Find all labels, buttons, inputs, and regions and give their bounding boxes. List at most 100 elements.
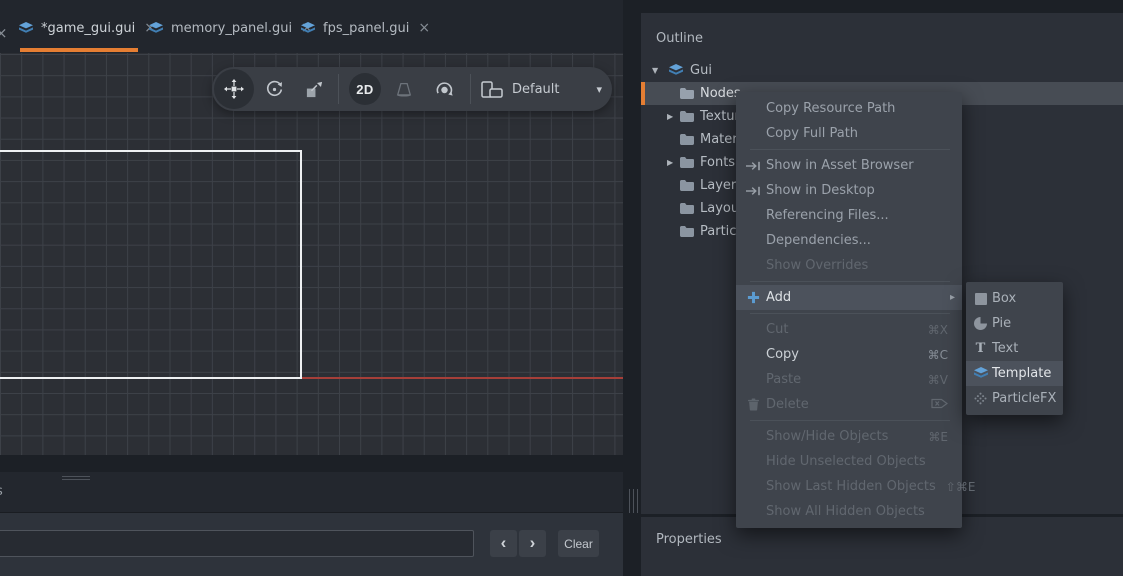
menu-item-referencing-files[interactable]: Referencing Files...	[736, 203, 962, 228]
move-tool-button[interactable]	[214, 69, 254, 109]
tab-game-gui[interactable]: *game_gui.gui ×	[18, 14, 156, 42]
tree-item-gui[interactable]: ▼ Gui	[641, 59, 1123, 82]
menu-item-label: Show in Asset Browser	[766, 158, 914, 173]
next-result-button[interactable]: ›	[519, 530, 546, 557]
menu-separator	[750, 313, 950, 314]
submenu-item-template[interactable]: Template	[966, 361, 1063, 386]
menu-item-copy-resource-path[interactable]: Copy Resource Path	[736, 96, 962, 121]
active-tab-indicator	[20, 48, 138, 52]
folder-icon	[680, 134, 694, 145]
submenu-item-label: Text	[992, 341, 1018, 356]
submenu-item-label: Box	[992, 291, 1016, 306]
display-profile-dropdown[interactable]: Default ▾	[474, 73, 602, 105]
plus-icon	[744, 291, 763, 304]
search-input[interactable]	[0, 530, 474, 557]
tab-memory-panel[interactable]: memory_panel.gui ×	[148, 14, 313, 42]
chevron-down-icon: ▾	[597, 83, 603, 96]
menu-item-label: Referencing Files...	[766, 208, 889, 223]
profile-label: Default	[512, 82, 560, 97]
toolbar-separator	[338, 74, 339, 104]
submenu-item-pie[interactable]: Pie	[966, 311, 1063, 336]
gui-bounds-rect	[0, 150, 302, 379]
submenu-item-text[interactable]: T Text	[966, 336, 1063, 361]
menu-item-hide-unselected-objects: Hide Unselected Objects	[736, 449, 962, 474]
text-icon: T	[972, 341, 989, 356]
tab-label: *game_gui.gui	[41, 21, 135, 36]
menu-item-label: Copy Resource Path	[766, 101, 895, 116]
tree-item-label: Fonts	[700, 155, 735, 170]
menu-shortcut: ⌘C	[928, 348, 948, 362]
menu-shortcut: ⌘X	[928, 323, 948, 337]
menu-item-label: Delete	[766, 397, 809, 412]
menu-shortcut: ⇧⌘E	[946, 480, 976, 494]
clipped-tab-label: s	[0, 484, 3, 499]
menu-item-paste: Paste ⌘V	[736, 367, 962, 392]
folder-icon	[680, 111, 694, 122]
scale-tool-button[interactable]	[298, 73, 330, 105]
rotate-tool-button[interactable]	[258, 73, 290, 105]
camera-rotate-button[interactable]	[428, 73, 460, 105]
tab-label: memory_panel.gui	[171, 21, 292, 36]
menu-item-label: Copy Full Path	[766, 126, 858, 141]
submenu-arrow-icon: ▸	[950, 292, 955, 303]
clear-button[interactable]: Clear	[558, 530, 599, 557]
submenu-item-box[interactable]: Box	[966, 286, 1063, 311]
close-icon[interactable]: ×	[0, 24, 8, 42]
menu-item-show-all-hidden-objects: Show All Hidden Objects	[736, 499, 962, 524]
gui-scene-icon	[300, 22, 316, 35]
menu-item-show-overrides: Show Overrides	[736, 253, 962, 278]
outline-title: Outline	[656, 31, 703, 46]
menu-item-copy[interactable]: Copy ⌘C	[736, 342, 962, 367]
chevron-right-icon[interactable]: ▶	[666, 158, 680, 167]
menu-item-label: Paste	[766, 372, 801, 387]
scene-toolbar: 2D Default ▾	[212, 67, 612, 111]
particlefx-icon	[972, 392, 989, 405]
menu-item-delete: Delete	[736, 392, 962, 417]
template-icon	[972, 367, 989, 380]
menu-item-label: Add	[766, 290, 791, 305]
jump-to-icon	[744, 186, 763, 196]
vertical-splitter[interactable]	[629, 489, 638, 513]
submenu-item-label: ParticleFX	[992, 391, 1056, 406]
device-icon	[481, 81, 503, 98]
delete-key-icon	[931, 398, 948, 412]
menu-separator	[750, 149, 950, 150]
move-tool-icon	[224, 79, 244, 99]
menu-item-dependencies[interactable]: Dependencies...	[736, 228, 962, 253]
2d-mode-button[interactable]: 2D	[349, 73, 381, 105]
menu-shortcut: ⌘E	[928, 430, 948, 444]
chevron-right-icon[interactable]: ▶	[666, 112, 680, 121]
menu-separator	[750, 420, 950, 421]
console-search-bar: ‹ › Clear	[0, 512, 623, 576]
x-axis-line	[302, 377, 623, 379]
prev-result-button[interactable]: ‹	[490, 530, 517, 557]
editor-tab-bar: × *game_gui.gui × memory_panel.gui × fps…	[0, 0, 623, 53]
chevron-down-icon[interactable]: ▼	[651, 66, 668, 75]
menu-item-label: Hide Unselected Objects	[766, 454, 926, 469]
menu-item-add[interactable]: Add ▸	[736, 285, 962, 310]
menu-shortcut: ⌘V	[928, 373, 948, 387]
properties-title: Properties	[656, 532, 722, 547]
close-icon[interactable]: ×	[416, 20, 430, 36]
tree-item-label: Nodes	[700, 86, 741, 101]
menu-item-copy-full-path[interactable]: Copy Full Path	[736, 121, 962, 146]
menu-item-label: Dependencies...	[766, 233, 871, 248]
submenu-item-particlefx[interactable]: ParticleFX	[966, 386, 1063, 411]
submenu-item-label: Template	[992, 366, 1051, 381]
perspective-camera-button[interactable]	[388, 73, 420, 105]
menu-item-label: Show All Hidden Objects	[766, 504, 925, 519]
trash-icon	[744, 398, 763, 411]
menu-item-show-last-hidden-objects: Show Last Hidden Objects ⇧⌘E	[736, 474, 962, 499]
tab-fps-panel[interactable]: fps_panel.gui ×	[300, 14, 430, 42]
rotate-tool-icon	[265, 80, 284, 99]
context-menu: Copy Resource Path Copy Full Path Show i…	[736, 92, 962, 528]
folder-icon	[680, 203, 694, 214]
menu-item-label: Copy	[766, 347, 799, 362]
menu-item-show-in-asset-browser[interactable]: Show in Asset Browser	[736, 153, 962, 178]
folder-icon	[680, 157, 694, 168]
menu-item-show-in-desktop[interactable]: Show in Desktop	[736, 178, 962, 203]
scene-viewport[interactable]: 2D Default ▾	[0, 53, 623, 455]
pie-icon	[972, 317, 989, 330]
folder-icon	[680, 180, 694, 191]
horizontal-splitter[interactable]	[62, 476, 90, 480]
